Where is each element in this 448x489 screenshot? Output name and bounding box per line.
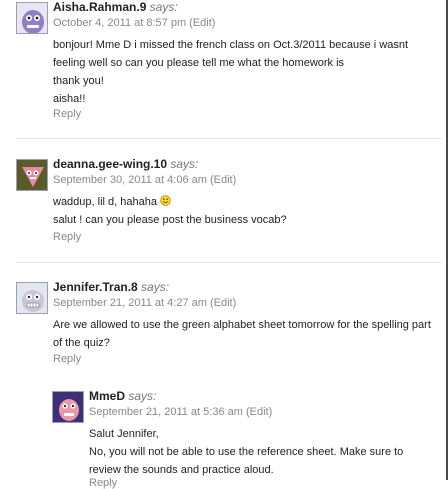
comment-text-line: aisha!! bbox=[53, 93, 86, 105]
comment-date-link[interactable]: October 4, 2011 at 8:57 pm bbox=[53, 17, 186, 29]
monster-avatar-icon bbox=[17, 3, 47, 33]
comment-text-line: salut ! can you please post the business… bbox=[53, 214, 287, 226]
edit-link[interactable]: (Edit) bbox=[246, 406, 272, 418]
avatar[interactable] bbox=[16, 2, 48, 34]
comment-meta: September 21, 2011 at 4:27 am (Edit) bbox=[53, 297, 236, 309]
comment-author[interactable]: Aisha.Rahman.9 bbox=[53, 0, 146, 14]
says-label: says: bbox=[128, 389, 157, 403]
comment-text-line: Are we allowed to use the green alphabet… bbox=[53, 319, 431, 331]
comment-header: Aisha.Rahman.9 says: bbox=[53, 0, 178, 14]
comment-header: Jennifer.Tran.8 says: bbox=[53, 280, 169, 294]
monster-avatar-icon bbox=[53, 392, 83, 422]
comment-text-line: thank you! bbox=[53, 75, 104, 87]
comment-text-line: bonjour! Mme D i missed the french class… bbox=[53, 39, 409, 51]
comment-separator bbox=[16, 262, 442, 263]
says-label: says: bbox=[141, 280, 170, 294]
comment-text-line: waddup, lil d, hahaha bbox=[53, 193, 287, 211]
comment-body: Are we allowed to use the green alphabet… bbox=[53, 316, 431, 352]
reply-link[interactable]: Reply bbox=[53, 108, 81, 120]
comment-text: waddup, lil d, hahaha bbox=[53, 196, 157, 208]
comment-text-line: Salut Jennifer, bbox=[89, 428, 159, 440]
comment-text-line: No, you will not be able to use the refe… bbox=[89, 446, 404, 458]
comment-body: bonjour! Mme D i missed the french class… bbox=[53, 36, 408, 108]
comment-text-line: review the sounds and practice aloud. bbox=[89, 464, 274, 476]
says-label: says: bbox=[170, 157, 199, 171]
says-label: says: bbox=[149, 0, 178, 14]
smiley-emoticon-icon bbox=[160, 195, 171, 206]
comment-header: deanna.gee-wing.10 says: bbox=[53, 157, 198, 171]
comment-author[interactable]: Jennifer.Tran.8 bbox=[53, 280, 138, 294]
reply-link[interactable]: Reply bbox=[89, 477, 117, 489]
comment-separator bbox=[16, 138, 442, 139]
comment-body: Salut Jennifer, No, you will not be able… bbox=[89, 425, 403, 479]
comment-meta: October 4, 2011 at 8:57 pm (Edit) bbox=[53, 17, 215, 29]
avatar[interactable] bbox=[16, 282, 48, 314]
comment-author[interactable]: MmeD bbox=[89, 389, 125, 403]
monster-avatar-icon bbox=[17, 283, 47, 313]
edit-link[interactable]: (Edit) bbox=[210, 297, 236, 309]
comment-body: waddup, lil d, hahaha salut ! can you pl… bbox=[53, 193, 287, 229]
edit-link[interactable]: (Edit) bbox=[189, 17, 215, 29]
reply-link[interactable]: Reply bbox=[53, 231, 81, 243]
reply-link[interactable]: Reply bbox=[53, 353, 81, 365]
comment-text-line: feeling well so can you please tell me w… bbox=[53, 57, 345, 69]
comment-meta: September 21, 2011 at 5:36 am (Edit) bbox=[89, 406, 272, 418]
avatar[interactable] bbox=[52, 391, 84, 423]
comment-meta: September 30, 2011 at 4:06 am (Edit) bbox=[53, 174, 236, 186]
comment-author[interactable]: deanna.gee-wing.10 bbox=[53, 157, 167, 171]
avatar[interactable] bbox=[16, 159, 48, 191]
comment-date-link[interactable]: September 30, 2011 at 4:06 am bbox=[53, 174, 207, 186]
comment-date-link[interactable]: September 21, 2011 at 4:27 am bbox=[53, 297, 207, 309]
monster-avatar-icon bbox=[17, 160, 47, 190]
edit-link[interactable]: (Edit) bbox=[210, 174, 236, 186]
comment-text-line: of the quiz? bbox=[53, 337, 110, 349]
comment-date-link[interactable]: September 21, 2011 at 5:36 am bbox=[89, 406, 243, 418]
comment-header: MmeD says: bbox=[89, 389, 156, 403]
